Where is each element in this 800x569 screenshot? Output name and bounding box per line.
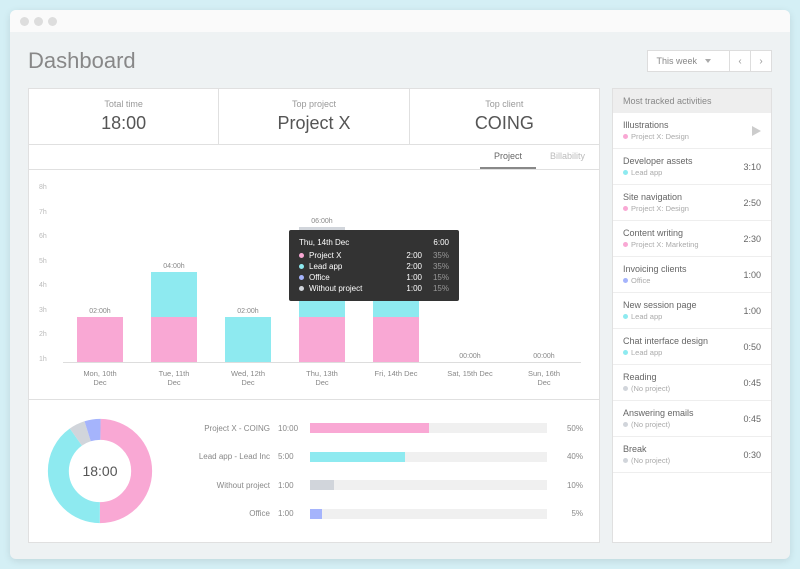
- bar-column[interactable]: 00:00h: [447, 353, 493, 362]
- activity-item[interactable]: Content writingProject X: Marketing2:30: [613, 221, 771, 257]
- summary-card: Total time18:00: [29, 89, 219, 144]
- bar-column[interactable]: 00:00h: [521, 353, 567, 362]
- activity-item[interactable]: Chat interface designLead app0:50: [613, 329, 771, 365]
- activity-item[interactable]: Break(No project)0:30: [613, 437, 771, 473]
- traffic-light-min[interactable]: [34, 17, 43, 26]
- breakdown-row: Lead app - Lead Inc5:0040%: [175, 452, 583, 462]
- bar-column[interactable]: 02:00h: [77, 308, 123, 362]
- tab-billability[interactable]: Billability: [536, 145, 599, 169]
- traffic-light-close[interactable]: [20, 17, 29, 26]
- tab-project[interactable]: Project: [480, 145, 536, 169]
- window-titlebar: [10, 10, 790, 32]
- breakdown-row: Without project1:0010%: [175, 480, 583, 490]
- breakdown-panel: 18:00 Project X - COING10:0050% Lead app …: [28, 400, 600, 543]
- prev-button[interactable]: ‹: [729, 50, 751, 72]
- activities-panel: Most tracked activities IllustrationsPro…: [612, 88, 772, 543]
- next-button[interactable]: ›: [750, 50, 772, 72]
- summary-card: Top projectProject X: [219, 89, 409, 144]
- summary-cards: Total time18:00Top projectProject XTop c…: [28, 88, 600, 145]
- chart-tabs: ProjectBillability: [28, 145, 600, 170]
- activity-item[interactable]: Reading(No project)0:45: [613, 365, 771, 401]
- bar-chart: 8h7h6h5h4h3h2h1h 02:00h04:00h02:00h06:00…: [28, 170, 600, 400]
- activity-item[interactable]: New session pageLead app1:00: [613, 293, 771, 329]
- bar-column[interactable]: 04:00h: [151, 263, 197, 362]
- period-controls: This week ‹ ›: [647, 50, 772, 72]
- activity-item[interactable]: Answering emails(No project)0:45: [613, 401, 771, 437]
- traffic-light-max[interactable]: [48, 17, 57, 26]
- play-icon[interactable]: [752, 126, 761, 136]
- breakdown-row: Project X - COING10:0050%: [175, 423, 583, 433]
- breakdown-row: Office1:005%: [175, 509, 583, 519]
- summary-card: Top clientCOING: [410, 89, 599, 144]
- period-selector[interactable]: This week: [647, 50, 730, 72]
- activities-header: Most tracked activities: [613, 89, 771, 113]
- chart-tooltip: Thu, 14th Dec6:00 Project X2:0035%Lead a…: [289, 230, 459, 301]
- donut-chart: 18:00: [45, 416, 155, 526]
- chevron-down-icon: [705, 59, 711, 63]
- activity-item[interactable]: IllustrationsProject X: Design: [613, 113, 771, 149]
- activity-item[interactable]: Developer assetsLead app3:10: [613, 149, 771, 185]
- bar-column[interactable]: 02:00h: [225, 308, 271, 362]
- app-window: Dashboard This week ‹ › Total time18:00T…: [10, 10, 790, 559]
- activity-item[interactable]: Invoicing clientsOffice1:00: [613, 257, 771, 293]
- activity-item[interactable]: Site navigationProject X: Design2:50: [613, 185, 771, 221]
- page-title: Dashboard: [28, 48, 136, 74]
